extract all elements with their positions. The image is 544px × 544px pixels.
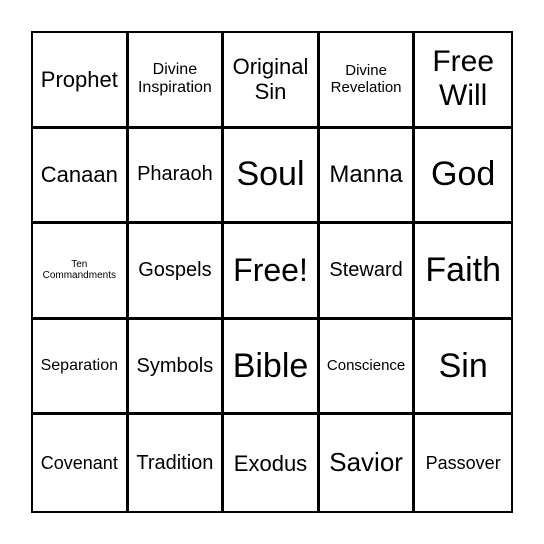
bingo-cell[interactable]: Separation	[33, 319, 129, 416]
cell-label: Covenant	[40, 452, 118, 473]
cell-label: Original Sin	[232, 54, 309, 105]
cell-label: Free Will	[432, 44, 495, 113]
bingo-cell[interactable]: Soul	[224, 128, 320, 225]
bingo-cell[interactable]: Original Sin	[224, 33, 320, 129]
cell-label: Sin	[438, 346, 488, 385]
cell-label: Separation	[40, 356, 118, 374]
bingo-cell[interactable]: Exodus	[224, 415, 320, 511]
cell-label: Manna	[329, 161, 403, 189]
bingo-board: Prophet Divine Inspiration Original Sin …	[31, 31, 513, 513]
bingo-cell[interactable]: Divine Revelation	[319, 33, 416, 129]
bingo-cell[interactable]: Steward	[319, 224, 416, 320]
cell-label: Faith	[425, 250, 501, 289]
bingo-cell[interactable]: Symbols	[128, 319, 225, 416]
cell-label: Divine Revelation	[330, 62, 402, 97]
cell-label: Prophet	[40, 66, 118, 92]
bingo-cell[interactable]: Bible	[224, 319, 320, 416]
bingo-cell[interactable]: Pharaoh	[128, 128, 225, 225]
bingo-cell[interactable]: Divine Inspiration	[128, 33, 225, 129]
cell-label: Soul	[236, 155, 305, 194]
bingo-cell[interactable]: Savior	[320, 415, 416, 511]
cell-label: Gospels	[138, 258, 212, 281]
cell-label: Pharaoh	[137, 163, 213, 186]
cell-label: Ten Commandments	[42, 258, 116, 282]
bingo-cell[interactable]: Covenant	[33, 415, 129, 511]
cell-label: Steward	[329, 258, 403, 281]
bingo-cell[interactable]: Faith	[415, 224, 511, 320]
cell-label: Savior	[329, 447, 403, 478]
cell-label: God	[431, 155, 496, 194]
bingo-cell[interactable]: Tradition	[129, 415, 225, 511]
cell-label: Passover	[425, 452, 501, 473]
bingo-cell[interactable]: Manna	[319, 128, 416, 225]
bingo-cell[interactable]: Sin	[415, 320, 511, 416]
free-space-cell[interactable]: Free!	[224, 224, 320, 320]
bingo-cell[interactable]: God	[415, 129, 511, 225]
bingo-cell[interactable]: Free Will	[415, 33, 511, 129]
cell-label: Bible	[232, 346, 309, 385]
bingo-cell[interactable]: Gospels	[128, 224, 225, 320]
cell-label: Canaan	[40, 162, 118, 188]
cell-label: Conscience	[326, 357, 406, 375]
bingo-cell[interactable]: Ten Commandments	[33, 224, 129, 320]
cell-label: Exodus	[233, 450, 308, 476]
free-space-label: Free!	[233, 252, 308, 289]
bingo-cell[interactable]: Prophet	[33, 33, 129, 129]
cell-label: Divine Inspiration	[137, 60, 212, 97]
cell-label: Tradition	[136, 451, 214, 474]
bingo-cell[interactable]: Conscience	[319, 319, 416, 416]
cell-label: Symbols	[136, 354, 214, 377]
bingo-cell[interactable]: Passover	[415, 415, 511, 511]
bingo-cell[interactable]: Canaan	[33, 128, 129, 225]
